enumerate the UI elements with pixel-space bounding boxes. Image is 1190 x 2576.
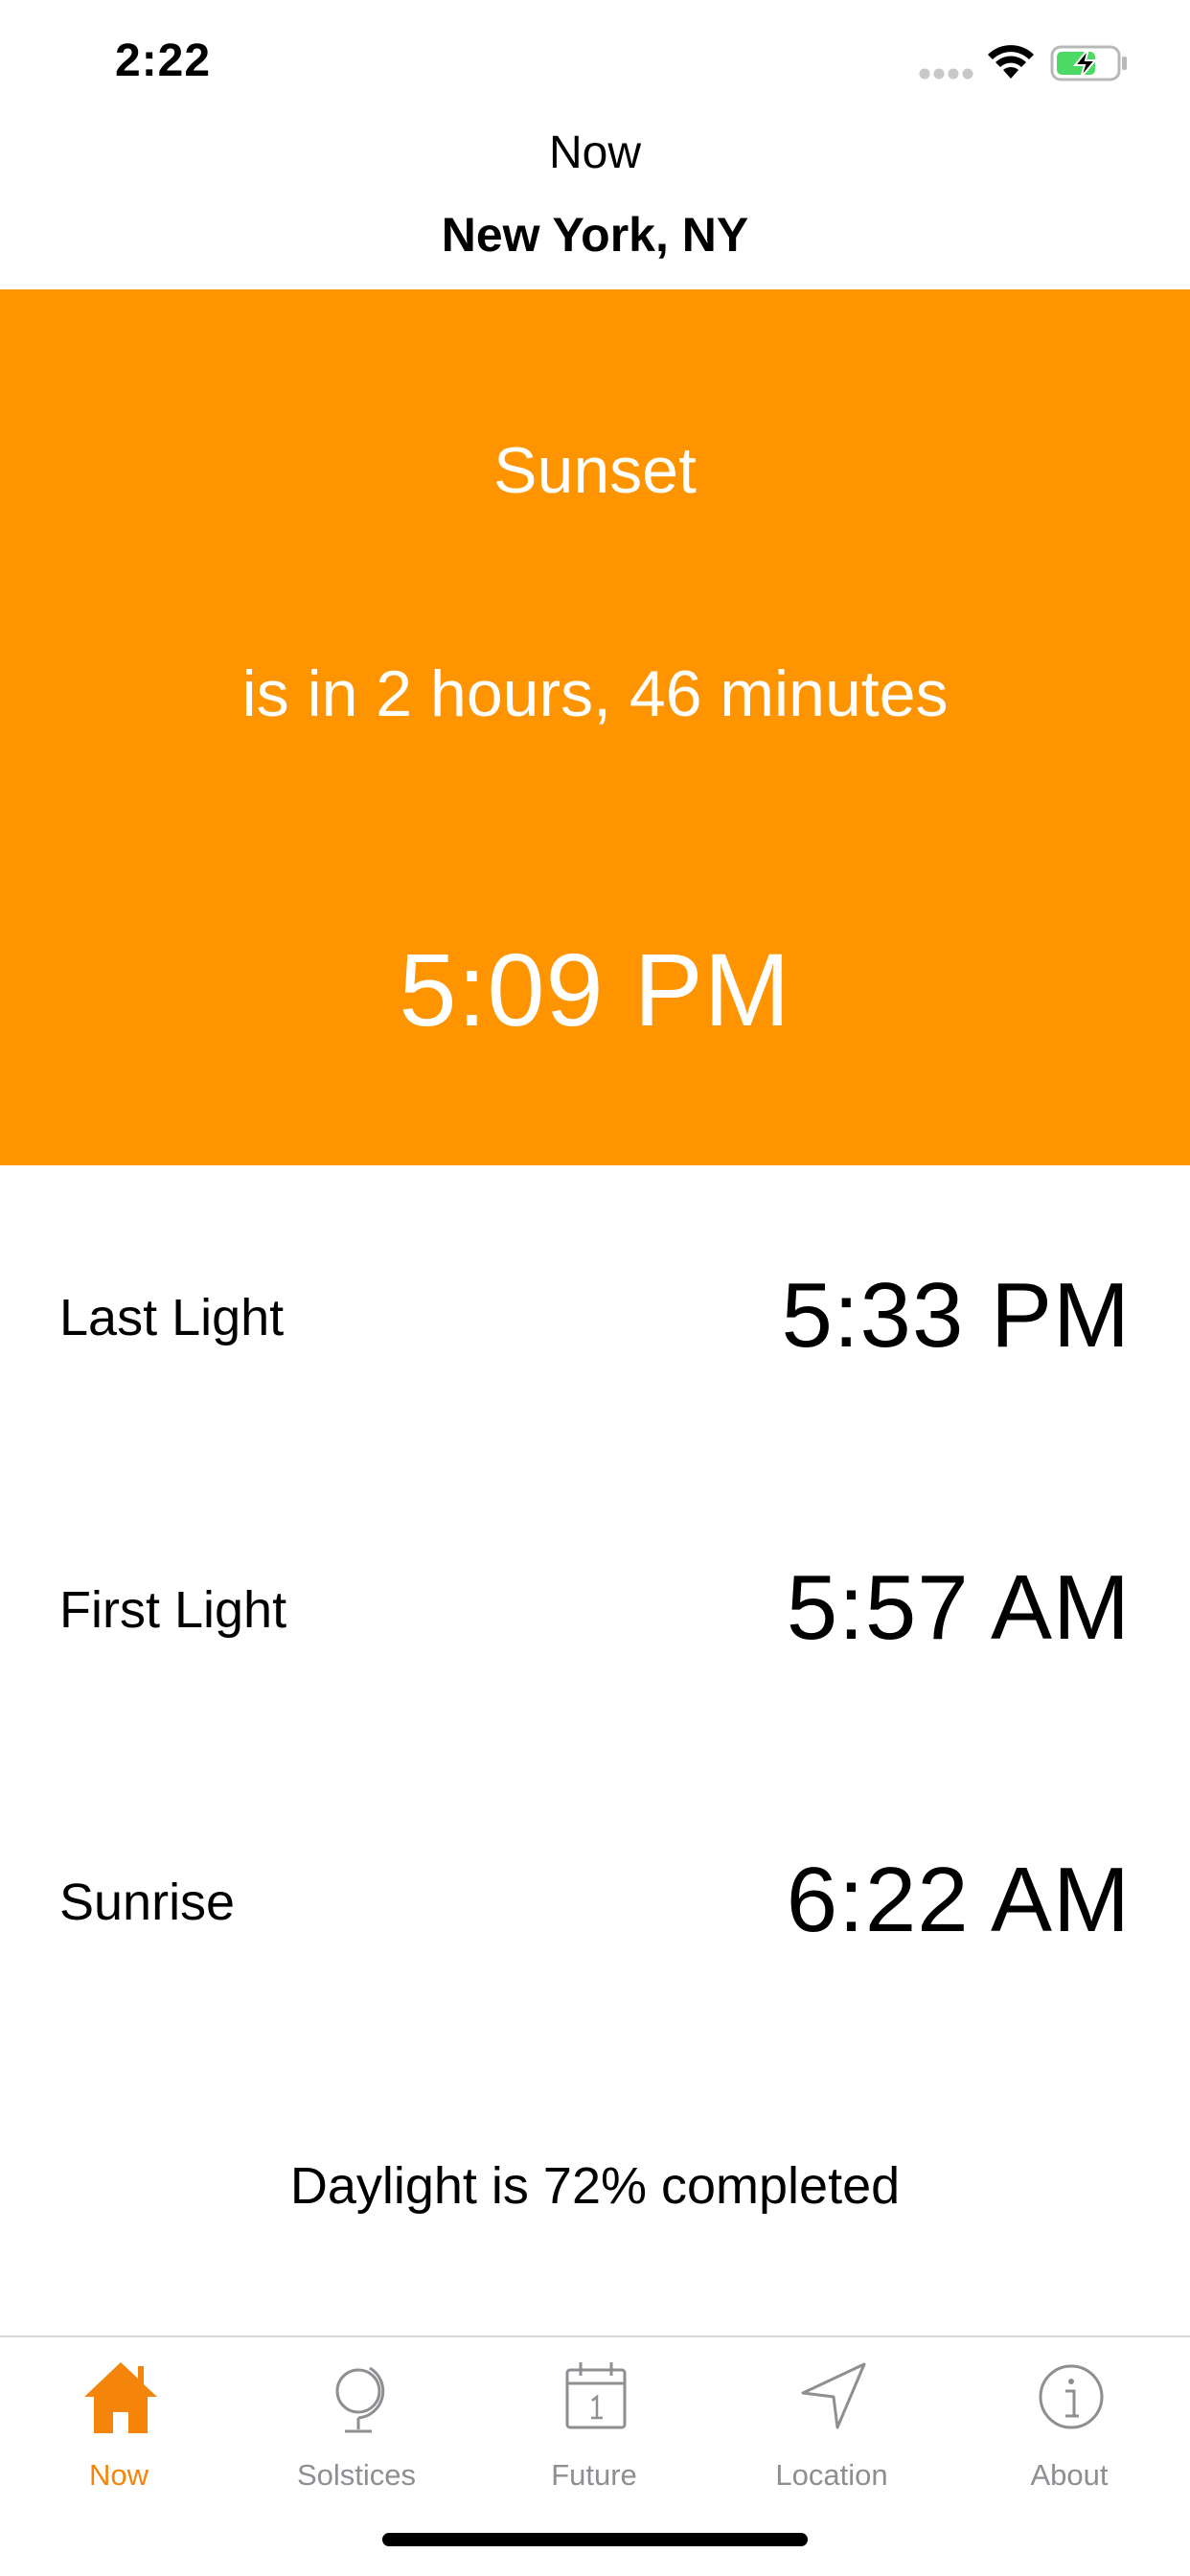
next-event-banner: Sunset is in 2 hours, 46 minutes 5:09 PM — [0, 289, 1190, 1165]
next-event-countdown: is in 2 hours, 46 minutes — [241, 657, 949, 730]
home-indicator[interactable] — [382, 2533, 808, 2546]
calendar-icon — [565, 2362, 627, 2429]
wifi-icon — [988, 45, 1034, 79]
status-time: 2:22 — [115, 35, 212, 86]
info-icon — [1039, 2364, 1104, 2429]
house-icon — [84, 2362, 157, 2433]
location-arrow-icon — [801, 2362, 866, 2429]
tab-about[interactable]: About — [950, 2337, 1188, 2500]
event-row-label: First Light — [59, 1581, 287, 1639]
battery-charging-icon — [1050, 45, 1127, 81]
next-event-name: Sunset — [493, 434, 697, 507]
event-row-time: 6:22 AM — [786, 1849, 1131, 1951]
screen: 2:22 Now New York, NY Sunset is in 2 hou… — [0, 0, 1190, 2576]
event-row-label: Sunrise — [59, 1874, 236, 1931]
next-event-time: 5:09 PM — [399, 932, 791, 1047]
tab-label: About — [1030, 2458, 1109, 2492]
tab-label: Location — [775, 2458, 888, 2492]
nav-title: Now — [548, 127, 642, 178]
event-row-label: Last Light — [59, 1289, 285, 1346]
daylight-progress-text: Daylight is 72% completed — [289, 2157, 901, 2215]
status-bar: 2:22 — [0, 0, 1190, 126]
tab-location[interactable]: Location — [713, 2337, 950, 2500]
event-row-time: 5:33 PM — [781, 1264, 1131, 1367]
event-row-time: 5:57 AM — [786, 1556, 1131, 1659]
tab-label: Future — [551, 2458, 637, 2492]
tab-future[interactable]: Future — [475, 2337, 713, 2500]
location-name: New York, NY — [441, 208, 749, 262]
event-row-first-light: First Light 5:57 AM — [0, 1529, 1190, 1682]
tab-solstices[interactable]: Solstices — [238, 2337, 475, 2500]
globe-icon — [335, 2366, 385, 2433]
cellular-signal-icon — [919, 68, 973, 80]
event-row-sunrise: Sunrise 6:22 AM — [0, 1821, 1190, 1974]
tab-label: Now — [88, 2458, 149, 2492]
event-row-last-light: Last Light 5:33 PM — [0, 1236, 1190, 1390]
tab-label: Solstices — [296, 2458, 417, 2492]
tab-now[interactable]: Now — [0, 2337, 238, 2500]
